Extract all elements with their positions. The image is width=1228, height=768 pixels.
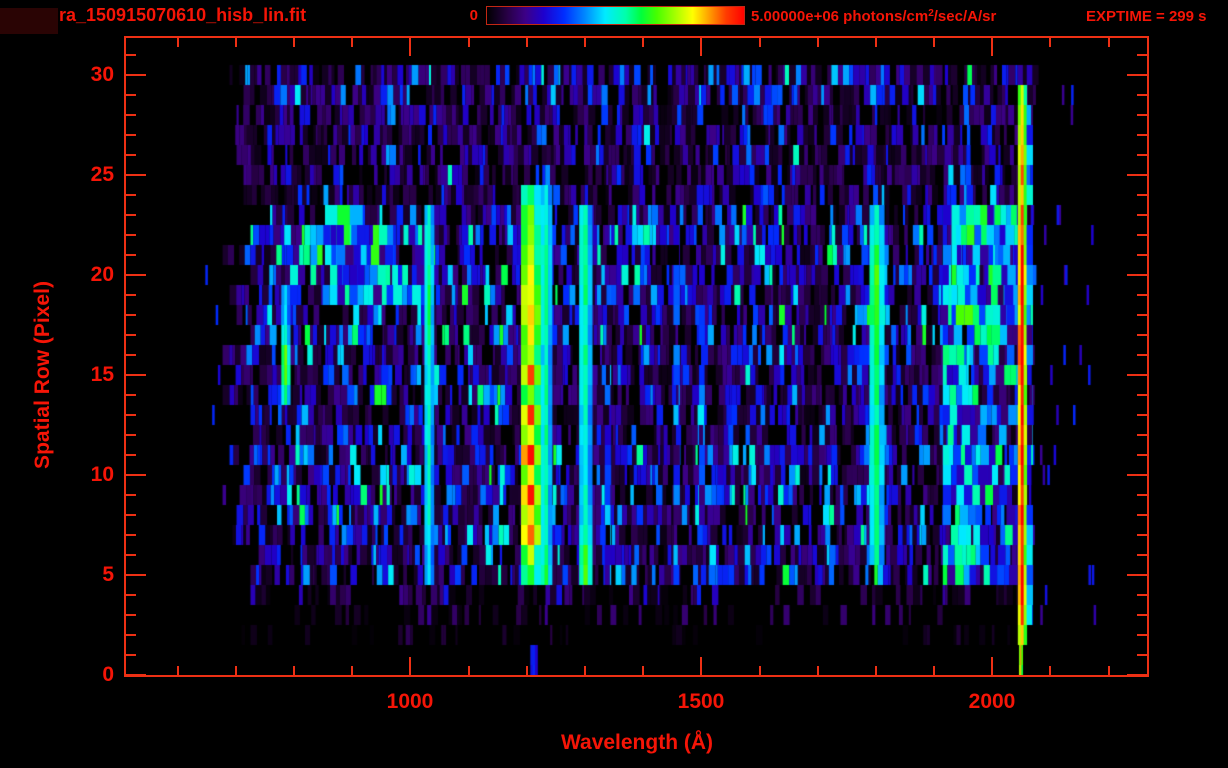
colorbar-max-prefix: 5.00000e+06 photons/cm [751,8,929,25]
y-tick-label: 20 [90,263,114,286]
y-axis-title: Spatial Row (Pixel) [31,281,54,469]
spectrogram-window: ra_150915070610_hisb_lin.fit 0 5.00000e+… [0,0,1228,768]
y-tick-label: 0 [102,663,114,686]
plot-frame [124,36,1149,677]
colorbar-gradient [486,6,745,25]
y-tick-label: 15 [90,363,114,386]
x-tick-label: 2000 [968,690,1016,713]
colorbar-max-superscript: 2 [928,8,934,19]
y-tick-label: 25 [90,163,114,186]
colorbar-min-label: 0 [469,7,478,24]
exptime-label: EXPTIME = 299 s [1086,8,1207,25]
corner-artifact [0,8,58,34]
colorbar-max-label: 5.00000e+06 photons/cm2/sec/A/sr [751,8,996,25]
y-tick-label: 5 [102,563,114,586]
x-tick-label: 1000 [386,690,434,713]
file-title: ra_150915070610_hisb_lin.fit [59,5,307,25]
colorbar-max-suffix: /sec/A/sr [933,8,997,25]
y-tick-label: 10 [90,463,114,486]
x-tick-label: 1500 [677,690,725,713]
x-axis-title: Wavelength (Å) [560,731,714,754]
y-tick-label: 30 [90,63,114,86]
